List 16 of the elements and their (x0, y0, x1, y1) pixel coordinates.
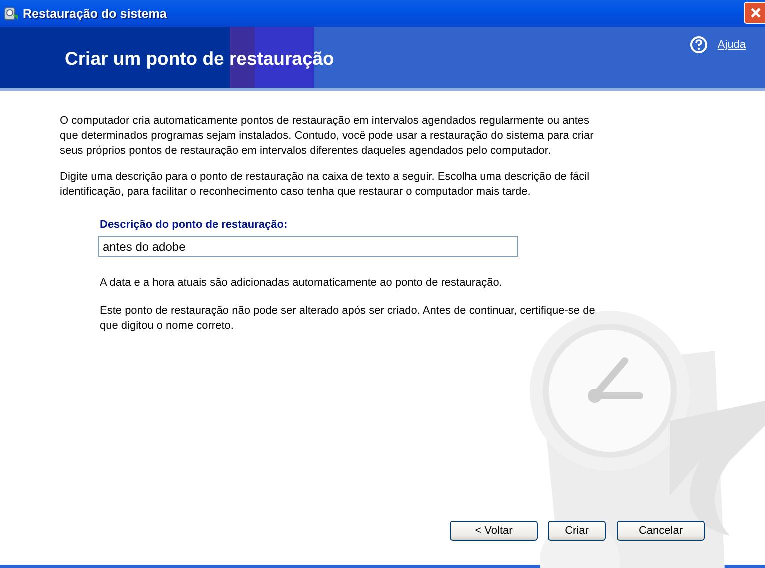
description-label: Descrição do ponto de restauração: (100, 219, 289, 231)
note-paragraph: Este ponto de restauração não pode ser alterado após ser criado. Antes de continuar, certifique-se de que digitou o nome correto. (100, 304, 596, 334)
intro-paragraph: Digite uma descrição para o ponto de restauração na caixa de texto a seguir. Escolha uma descrição de fácil identificação, para facilitar o reconhecimento caso tenha que restaurar o computador mais tarde. (60, 170, 591, 200)
wizard-button[interactable]: Cancelar (617, 521, 705, 541)
wizard-button[interactable]: < Voltar (450, 521, 538, 541)
wizard-button[interactable]: Criar (548, 521, 606, 541)
close-button[interactable] (744, 2, 765, 24)
note-paragraph: A data e a hora atuais são adicionadas automaticamente ao ponto de restauração. (100, 276, 504, 291)
restore-icon (3, 6, 19, 22)
help-link[interactable]: Ajuda (718, 39, 746, 51)
page-title: Criar um ponto de restauração (65, 46, 334, 70)
help-icon[interactable] (690, 36, 708, 54)
window-title: Restauração do sistema (23, 6, 167, 20)
intro-paragraph: O computador cria automaticamente pontos de restauração em intervalos agendados regularmente ou antes que determinados programas sejam instalados. Contudo, você pode usar a restauração do sistema para criar seus próprios pontos de restauração em intervalos diferentes daqueles agendados pelo computador. (60, 114, 595, 159)
description-field[interactable]: antes do adobe (98, 236, 518, 257)
close-icon (750, 7, 762, 19)
